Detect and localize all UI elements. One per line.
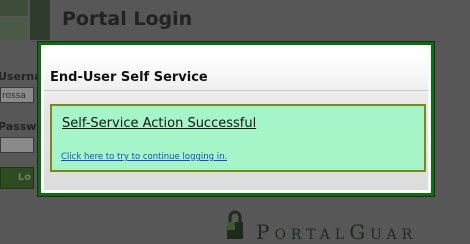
- self-service-dialog: End-User Self Service Self-Service Actio…: [38, 42, 434, 196]
- continue-login-link[interactable]: Click here to try to continue logging in…: [61, 152, 227, 162]
- logo-square: [0, 18, 28, 40]
- logo-square: [0, 0, 28, 16]
- success-message-box: Self-Service Action Successful Click her…: [50, 104, 426, 172]
- brand-lock-icon: [227, 210, 243, 239]
- dialog-divider: [44, 90, 428, 91]
- portalguard-logo: PortalGuar: [226, 208, 470, 244]
- dialog-body: End-User Self Service Self-Service Actio…: [44, 48, 428, 190]
- login-button[interactable]: Lo: [0, 167, 34, 189]
- login-page: Portal Login Userna rossa Passw Lo Porta…: [0, 0, 470, 244]
- username-label: Userna: [0, 70, 42, 83]
- brand-name: PortalGuar: [256, 220, 418, 244]
- password-label: Passw: [0, 120, 37, 133]
- logo-square: [30, 0, 50, 40]
- dialog-title: End-User Self Service: [50, 70, 208, 85]
- password-field[interactable]: [0, 137, 34, 153]
- success-heading: Self-Service Action Successful: [62, 116, 257, 131]
- page-title: Portal Login: [62, 8, 193, 30]
- username-field[interactable]: rossa: [0, 87, 34, 103]
- portal-logo-squares: [0, 0, 50, 40]
